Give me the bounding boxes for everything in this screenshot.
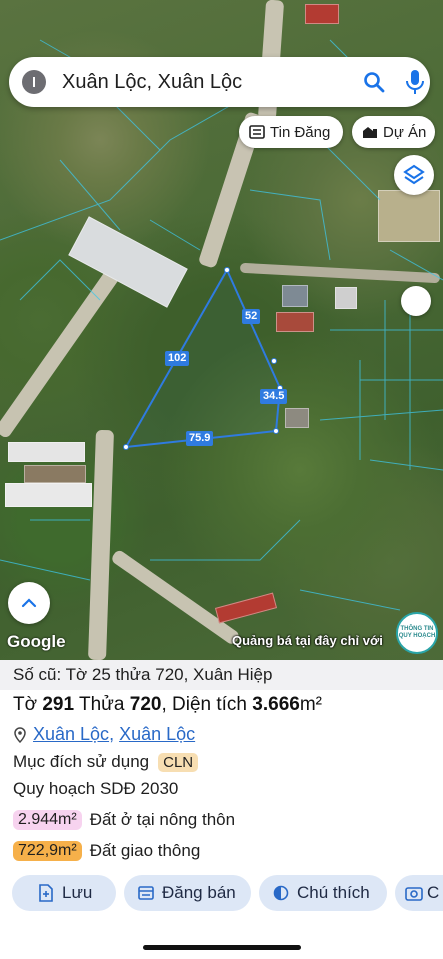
microphone-icon[interactable]: [404, 69, 426, 95]
land-use-name: Đất giao thông: [89, 841, 201, 860]
location-pin-icon: [14, 726, 26, 743]
search-bar[interactable]: Xuân Lộc, Xuân Lộc: [9, 57, 430, 107]
camera-button[interactable]: C: [395, 875, 443, 911]
address-separator: ,: [109, 724, 120, 744]
satellite-map[interactable]: 52 102 34.5 75.9 Xuân Lộc, Xuân Lộc Tin …: [0, 0, 443, 660]
search-icon[interactable]: [362, 70, 386, 94]
plot-number: 720: [129, 694, 162, 715]
area-value: 3.666: [252, 694, 300, 715]
selected-parcel[interactable]: [124, 267, 282, 449]
tin-dang-chip[interactable]: Tin Đăng: [239, 116, 343, 148]
land-purpose-row: Mục đích sử dụng CLN: [13, 752, 199, 772]
legend-button[interactable]: Chú thích: [259, 875, 387, 911]
land-use-amount: 722,9m²: [13, 841, 82, 861]
post-for-sale-label: Đăng bán: [162, 883, 236, 902]
address-link-commune[interactable]: Xuân Lộc: [33, 724, 109, 745]
tin-dang-label: Tin Đăng: [270, 123, 331, 141]
sheet-label: Tờ: [13, 694, 38, 715]
listing-icon: [249, 125, 265, 139]
area-label: Diện tích: [172, 694, 247, 715]
save-label: Lưu: [62, 883, 93, 902]
listing-icon: [138, 886, 154, 900]
search-query[interactable]: Xuân Lộc, Xuân Lộc: [62, 71, 242, 94]
purpose-code-badge: CLN: [158, 752, 199, 772]
side-handle[interactable]: [401, 286, 431, 316]
address-link-district[interactable]: Xuân Lộc: [119, 724, 195, 745]
parcel-summary: Tờ 291 Thửa 720, Diện tích 3.666m²: [13, 694, 322, 715]
contrast-icon: [273, 885, 289, 901]
planning-info-badge[interactable]: THÔNG TIN QUY HOẠCH: [396, 612, 438, 654]
camera-label: C: [427, 883, 440, 902]
expand-button[interactable]: [8, 582, 50, 624]
home-indicator: [143, 945, 301, 950]
chevron-up-icon: [21, 598, 37, 608]
edge-length-label: 75.9: [186, 431, 214, 446]
profile-avatar-icon[interactable]: [22, 70, 46, 94]
buildings-icon: [363, 127, 377, 138]
edge-length-label: 34.5: [260, 389, 288, 404]
plot-label: Thửa: [79, 694, 125, 715]
old-parcel-number: Số cũ: Tờ 25 thửa 720, Xuân Hiệp: [0, 660, 443, 690]
sheet-number: 291: [42, 694, 75, 715]
edge-length-label: 52: [242, 309, 261, 324]
address-line: Xuân Lộc, Xuân Lộc: [13, 724, 195, 745]
land-use-row: 722,9m² Đất giao thông: [13, 841, 200, 861]
layers-button[interactable]: [394, 155, 434, 195]
save-button[interactable]: Lưu: [12, 875, 116, 911]
land-use-amount: 2.944m²: [13, 810, 82, 830]
post-for-sale-button[interactable]: Đăng bán: [124, 875, 251, 911]
layers-icon: [403, 164, 425, 185]
advertise-link[interactable]: Quảng bá tại đây chỉ với: [232, 633, 383, 648]
camera-icon: [405, 887, 423, 901]
google-logo: Google: [7, 632, 66, 651]
legend-label: Chú thích: [297, 883, 370, 902]
parcel-info-panel: Số cũ: Tờ 25 thửa 720, Xuân Hiệp Tờ 291 …: [0, 660, 443, 959]
land-use-row: 2.944m² Đất ở tại nông thôn: [13, 810, 235, 830]
save-file-icon: [39, 884, 53, 902]
plan-heading: Quy hoạch SDĐ 2030: [13, 779, 179, 798]
du-an-chip[interactable]: Dự Án: [352, 116, 435, 148]
land-use-name: Đất ở tại nông thôn: [89, 810, 236, 829]
purpose-label: Mục đích sử dụng: [13, 752, 150, 771]
du-an-label: Dự Án: [383, 123, 427, 141]
area-unit: m²: [299, 694, 322, 715]
edge-length-label: 102: [165, 351, 190, 366]
